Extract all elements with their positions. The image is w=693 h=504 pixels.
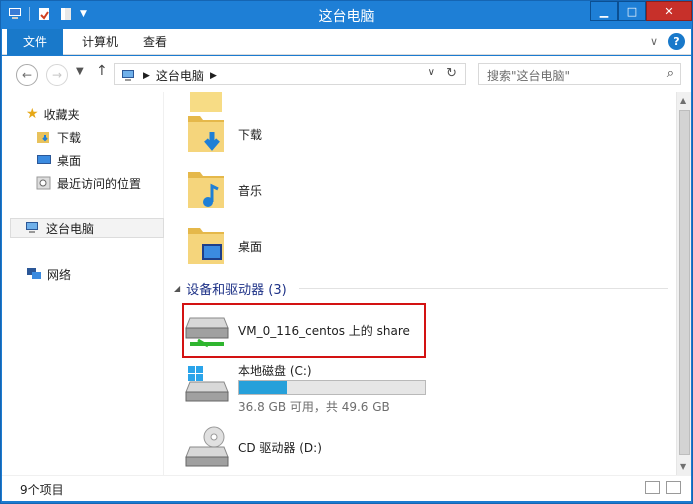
title-bar: ▼ 这台电脑 ▁ □ ✕ [1,1,692,29]
group-divider [298,287,668,289]
downloads-folder-icon [37,132,49,143]
group-header-devices[interactable]: ◢ 设备和驱动器 (3) [174,278,668,298]
nav-item-network[interactable]: 网络 [26,264,71,284]
nav-item-label: 下载 [57,130,82,145]
search-placeholder: 搜索"这台电脑" [487,69,571,83]
content-area: ★ 收藏夹 下载 桌面 最近访问的位置 这台电脑 网络 下载 音乐 桌面 ◢ 设… [2,92,691,475]
address-bar[interactable]: ▶ 这台电脑 ▶ ∨ ↻ [114,63,466,85]
help-icon[interactable]: ? [668,33,685,50]
file-list: 下载 音乐 桌面 ◢ 设备和驱动器 (3) VM_0_116_centos 上的… [168,92,676,475]
item-label: 本地磁盘 (C:) [238,364,312,378]
item-label: 音乐 [238,184,263,198]
tab-file[interactable]: 文件 [7,29,63,55]
nav-item-recent[interactable]: 最近访问的位置 [36,173,141,193]
desktop-icon [37,155,51,164]
item-label: VM_0_116_centos 上的 share [238,324,410,338]
music-folder-icon [188,172,224,208]
large-icons-view-icon[interactable] [666,481,681,494]
scroll-down-icon[interactable]: ▼ [680,462,686,471]
network-icon [27,268,41,279]
item-label: 下载 [238,128,263,142]
close-button[interactable]: ✕ [646,1,692,21]
usage-bar-fill [239,381,287,394]
vertical-scrollbar[interactable]: ▲ ▼ [676,92,691,475]
address-dropdown-icon[interactable]: ∨ [428,67,435,78]
nav-favorites[interactable]: ★ 收藏夹 [26,104,80,124]
scrollbar-thumb[interactable] [679,110,690,455]
nav-item-label: 最近访问的位置 [57,176,142,191]
collapse-icon[interactable]: ◢ [174,284,180,293]
window-title: 这台电脑 [318,9,375,25]
navigation-pane: ★ 收藏夹 下载 桌面 最近访问的位置 这台电脑 网络 [2,92,164,475]
up-arrow-icon[interactable]: ↑ [96,63,108,79]
address-row: ← → ▼ ↑ ▶ 这台电脑 ▶ ∨ ↻ 搜索"这台电脑" ⌕ [2,56,691,92]
tab-view[interactable]: 查看 [132,29,178,55]
breadcrumb-chevron-icon[interactable]: ▶ [210,71,217,81]
refresh-icon[interactable]: ↻ [446,66,457,81]
nav-favorites-label: 收藏夹 [43,107,80,122]
item-label: CD 驱动器 (D:) [238,441,322,455]
nav-item-this-pc[interactable]: 这台电脑 [10,218,164,238]
maximize-button[interactable]: □ [618,1,646,21]
search-icon[interactable]: ⌕ [667,66,674,81]
ribbon-tabs: 文件 计算机 查看 ∨ ? [2,29,691,55]
nav-item-downloads[interactable]: 下载 [36,127,81,147]
star-icon: ★ [26,106,39,122]
scroll-up-icon[interactable]: ▲ [680,96,686,105]
status-bar: 9个项目 [2,475,691,501]
usage-bar [238,380,426,395]
minimize-button[interactable]: ▁ [590,1,618,21]
view-switcher [645,481,681,494]
search-input[interactable]: 搜索"这台电脑" ⌕ [478,63,681,85]
recent-places-icon [36,176,51,190]
window-controls: ▁ □ ✕ [590,1,692,21]
local-disk-icon [185,366,229,402]
tab-computer[interactable]: 计算机 [72,29,128,55]
recent-locations-icon[interactable]: ▼ [76,66,84,77]
nav-item-desktop[interactable]: 桌面 [36,150,81,170]
cd-drive-icon [185,426,229,467]
network-drive-icon [185,317,229,348]
nav-item-label: 这台电脑 [46,221,95,236]
item-count: 9个项目 [20,483,64,497]
computer-icon [26,222,38,233]
disk-free-text: 36.8 GB 可用，共 49.6 GB [238,400,390,414]
desktop-folder-icon [188,228,224,264]
nav-item-label: 桌面 [57,153,82,168]
breadcrumb-chevron-icon: ▶ [143,70,150,81]
breadcrumb-item[interactable]: 这台电脑 [156,67,204,84]
item-label: 桌面 [238,240,263,254]
back-button[interactable]: ← [16,64,38,86]
expand-ribbon-icon[interactable]: ∨ [650,35,658,48]
group-label: 设备和驱动器 (3) [186,282,287,298]
forward-button[interactable]: → [46,64,68,86]
computer-icon [122,69,134,81]
downloads-folder-icon [188,116,224,152]
details-view-icon[interactable] [645,481,660,494]
nav-item-label: 网络 [47,267,72,282]
ribbon-right-controls: ∨ ? [650,33,685,50]
explorer-window: ▼ 这台电脑 ▁ □ ✕ 文件 计算机 查看 ∨ ? ← → ▼ ↑ ▶ 这台电… [0,0,693,504]
breadcrumb: ▶ 这台电脑 ▶ [121,67,217,84]
